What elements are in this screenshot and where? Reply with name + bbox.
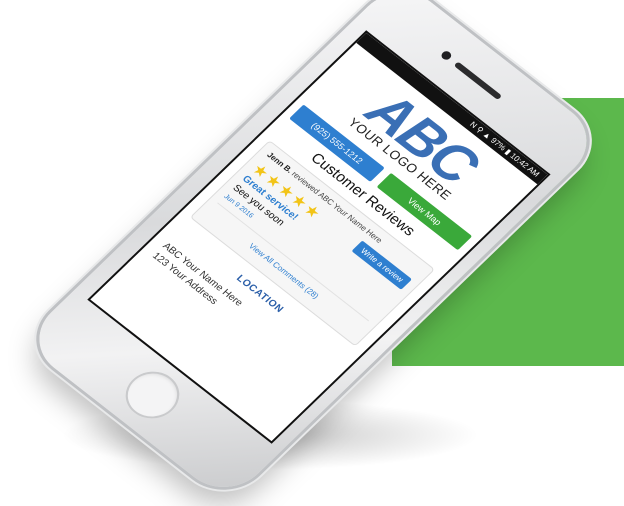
front-camera <box>439 49 454 62</box>
earpiece-speaker <box>453 61 503 101</box>
scene: N ⚲ ▲ 97% ▮ 10:42 AM ABC YOUR LOGO HERE … <box>0 0 624 506</box>
